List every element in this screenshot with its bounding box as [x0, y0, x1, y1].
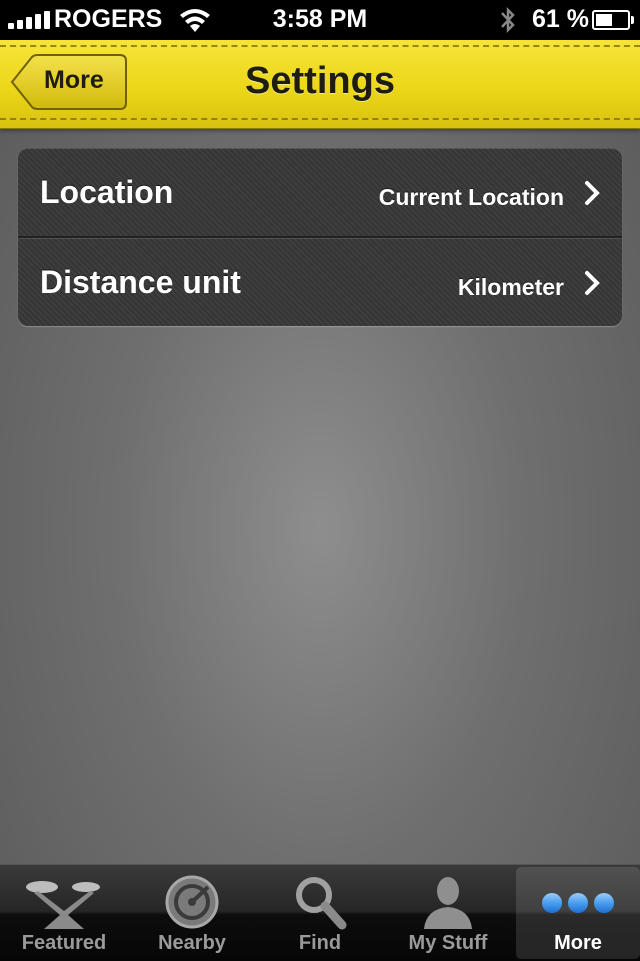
tab-label: Find [298, 932, 342, 954]
page-title: Settings [245, 60, 395, 102]
search-icon [296, 877, 347, 930]
tab-my-stuff[interactable]: My Stuff [386, 867, 510, 959]
tab-label: Featured [21, 932, 107, 954]
tab-bar: Featured Nearby Find My Stuff More [0, 864, 640, 961]
battery-percent: 61 % [532, 5, 589, 33]
settings-row-value: Kilometer [457, 274, 564, 300]
tab-label: My Stuff [408, 932, 488, 954]
settings-row-value: Current Location [378, 184, 564, 210]
stitch-decoration [0, 118, 640, 120]
tab-find[interactable]: Find [258, 867, 382, 959]
chevron-right-icon [585, 271, 600, 295]
featured-icon [26, 881, 100, 929]
tab-featured[interactable]: Featured [2, 867, 126, 959]
settings-row-label: Location [40, 174, 174, 210]
settings-list: Location Current Location Distance unit … [18, 148, 622, 326]
chevron-right-icon [585, 181, 600, 205]
navigation-bar: More Settings [0, 40, 640, 129]
more-dots-icon [542, 893, 614, 913]
bluetooth-icon [501, 6, 515, 34]
person-icon [424, 877, 472, 929]
tab-label: Nearby [158, 932, 226, 954]
tab-label: More [554, 932, 602, 954]
tab-more[interactable]: More [516, 867, 640, 959]
stitch-decoration [0, 45, 640, 47]
settings-row-label: Distance unit [40, 264, 241, 300]
settings-row-location[interactable]: Location Current Location [18, 148, 622, 236]
status-bar: ROGERS 3:58 PM 61 % [0, 0, 640, 40]
radar-icon [165, 875, 219, 929]
battery-icon [592, 10, 634, 30]
tab-nearby[interactable]: Nearby [130, 867, 254, 959]
settings-row-distance-unit[interactable]: Distance unit Kilometer [18, 236, 622, 326]
